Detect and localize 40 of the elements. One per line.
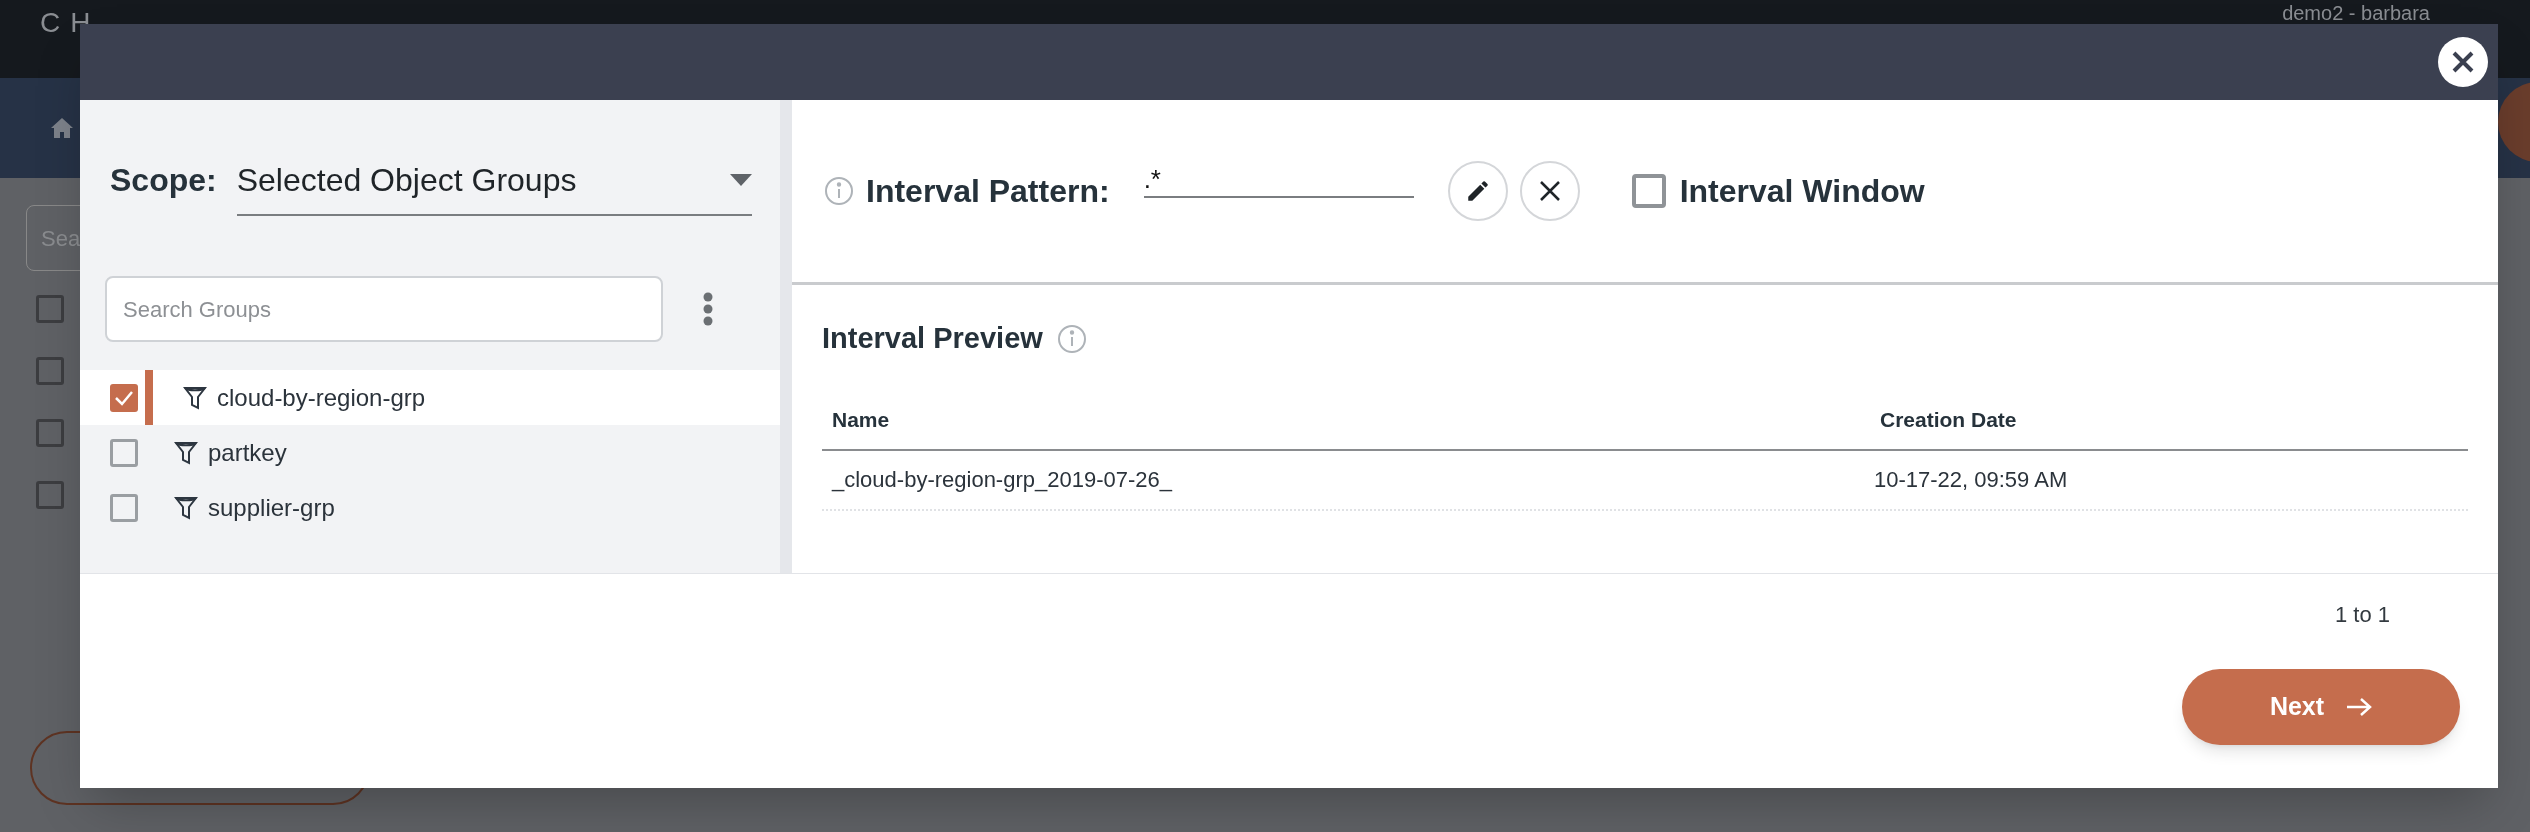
funnel-icon — [183, 384, 207, 411]
funnel-icon — [174, 494, 198, 521]
row-checkbox[interactable] — [36, 481, 64, 509]
row-checkbox[interactable] — [36, 419, 64, 447]
group-name: cloud-by-region-grp — [217, 382, 426, 413]
group-row[interactable]: partkey — [80, 425, 780, 480]
column-header: Creation Date — [1880, 406, 2017, 433]
group-row[interactable]: cloud-by-region-grp — [80, 370, 780, 425]
info-icon — [824, 176, 854, 206]
table-cell-text: _cloud-by-region-grp_2019-07-26_ — [830, 466, 1174, 494]
user-name: demo2 - barbara — [2282, 2, 2430, 24]
group-row[interactable]: supplier-grp — [80, 480, 780, 535]
pagination-text: 1 to 1 — [2334, 601, 2390, 629]
column-header: Name — [831, 406, 891, 433]
info-icon — [1056, 323, 1087, 354]
scope-label: Scope: — [110, 161, 217, 200]
interval-window-checkbox[interactable] — [1631, 174, 1666, 208]
group-checkbox[interactable] — [110, 493, 138, 522]
interval-window-label: Interval Window — [1679, 172, 1925, 211]
check-icon — [114, 389, 134, 406]
close-icon — [2451, 50, 2475, 74]
more-icon[interactable] — [703, 292, 713, 326]
caret-icon — [730, 174, 752, 186]
selection-bar — [145, 370, 153, 425]
arrow-right-icon — [2346, 697, 2373, 717]
group-checkbox[interactable] — [110, 383, 138, 412]
table-cell-text: 10-17-22, 09:59 AM — [1874, 466, 2068, 494]
interval-pattern-label: Interval Pattern: — [866, 172, 1110, 211]
group-checkbox[interactable] — [110, 438, 138, 467]
interval-pattern-field[interactable]: .* — [1143, 164, 1414, 198]
group-name: partkey — [208, 437, 287, 468]
funnel-icon — [174, 439, 198, 466]
row-checkbox[interactable] — [36, 357, 64, 385]
row-checkbox[interactable] — [36, 295, 64, 323]
scope-dropdown[interactable]: Selected Object Groups — [236, 156, 752, 216]
close-icon — [1538, 180, 1561, 202]
preview-title: Interval Preview — [822, 321, 1043, 356]
next-button[interactable]: Next — [2182, 669, 2460, 745]
home-icon — [50, 117, 74, 139]
group-name: supplier-grp — [208, 492, 335, 523]
